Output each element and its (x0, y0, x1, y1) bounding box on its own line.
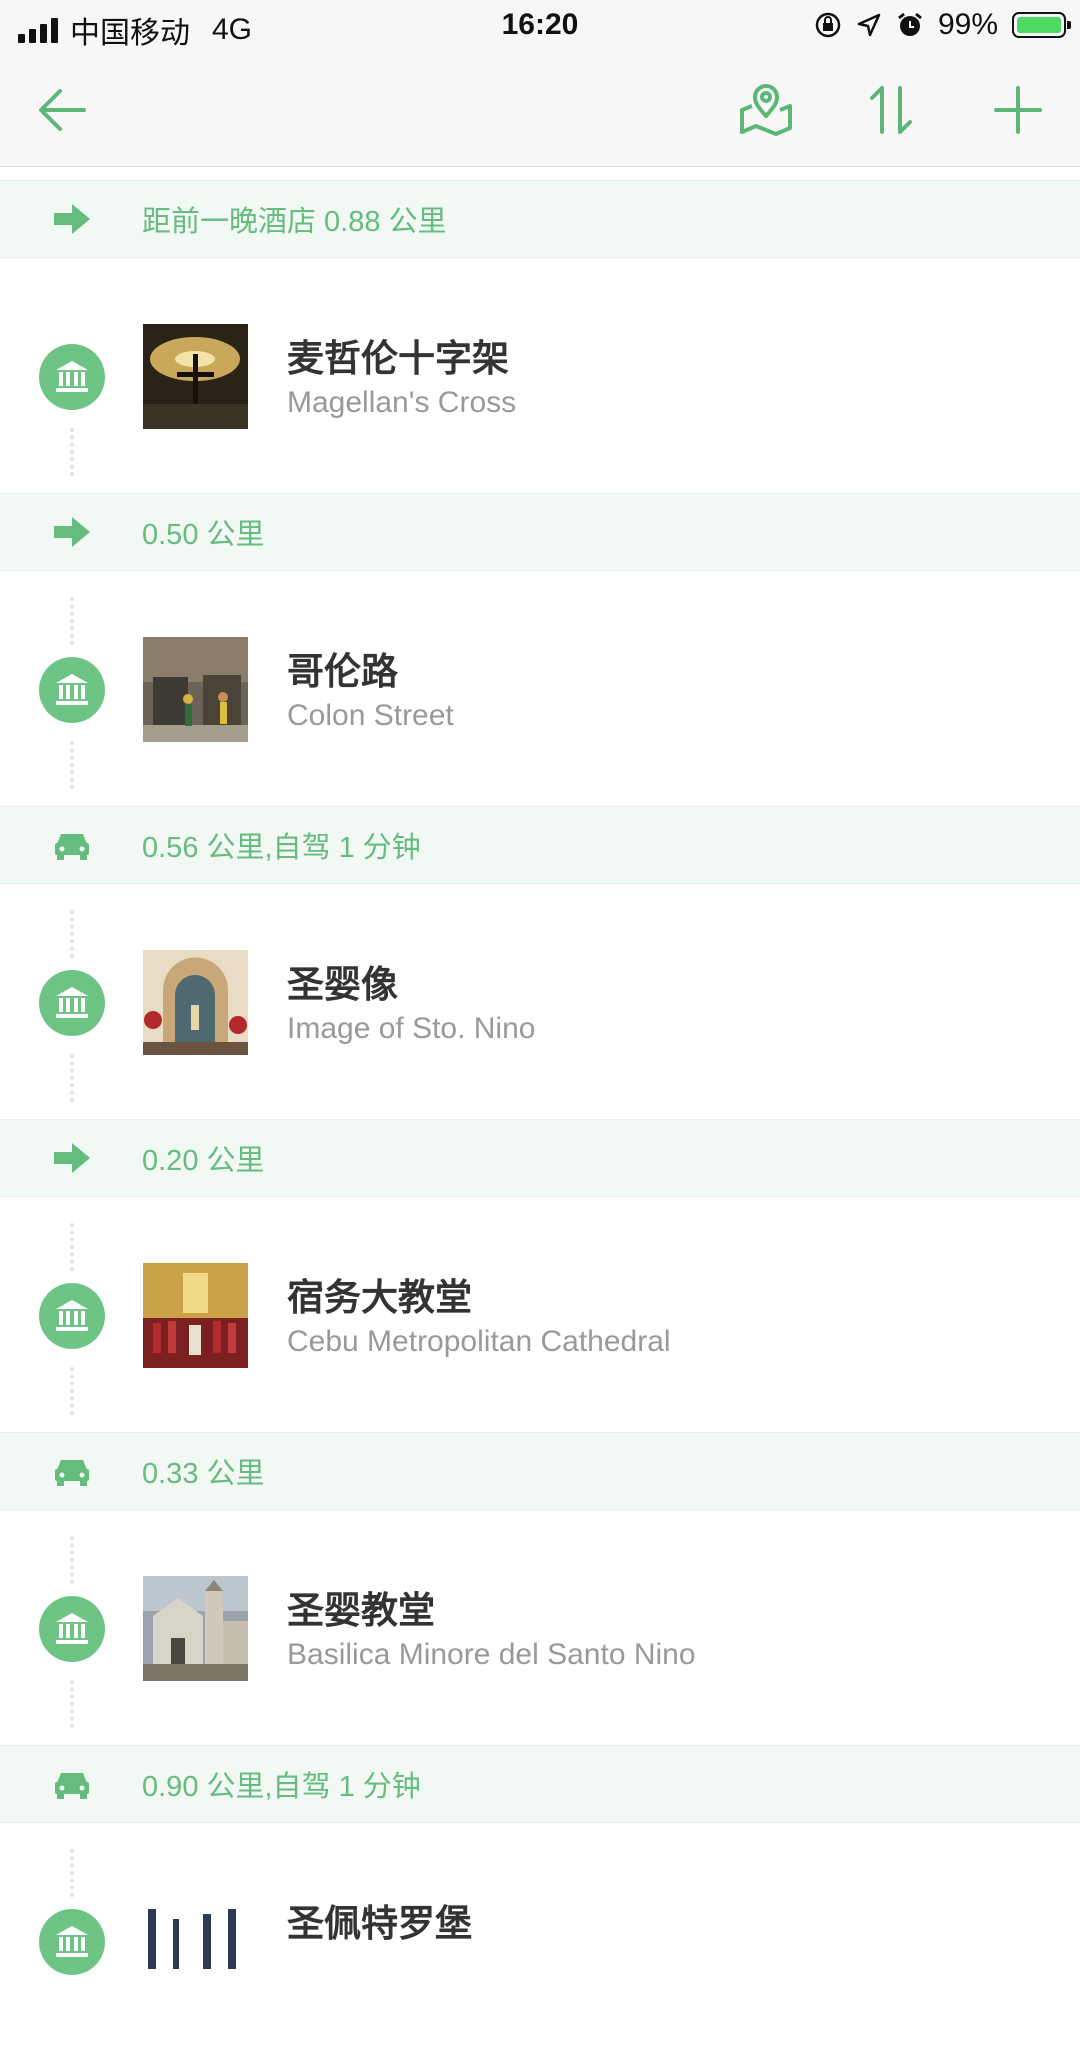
battery-icon (1012, 12, 1071, 38)
route-segment[interactable]: 0.56 公里,自驾 1 分钟 (0, 806, 1080, 884)
walk-arrow-icon (54, 201, 90, 237)
car-icon (54, 827, 90, 863)
poi-item[interactable]: 圣佩特罗堡 (0, 1823, 1080, 2058)
landmark-icon (39, 970, 105, 1036)
landmark-icon (39, 344, 105, 410)
poi-title: 麦哲伦十字架 (287, 338, 509, 379)
poi-thumbnail (143, 1263, 248, 1368)
poi-thumbnail (143, 1576, 248, 1681)
segment-text: 0.56 公里,自驾 1 分钟 (142, 832, 421, 864)
orientation-lock-icon (815, 12, 841, 38)
timeline-dots (70, 741, 74, 789)
walk-arrow-icon (54, 1140, 90, 1176)
poi-title: 圣婴教堂 (287, 1590, 435, 1631)
segment-text: 0.20 公里 (142, 1145, 265, 1177)
walk-arrow-icon (54, 514, 90, 550)
timeline-dots (70, 1849, 74, 1897)
route-segment[interactable]: 距前一晚酒店 0.88 公里 (0, 180, 1080, 258)
segment-text: 0.33 公里 (142, 1458, 265, 1490)
poi-title: 哥伦路 (287, 651, 398, 692)
sort-button[interactable] (864, 82, 920, 138)
segment-text: 0.50 公里 (142, 519, 265, 551)
poi-title: 宿务大教堂 (287, 1277, 472, 1318)
poi-item[interactable]: 宿务大教堂 Cebu Metropolitan Cathedral (0, 1197, 1080, 1432)
sort-icon (870, 86, 912, 134)
poi-thumbnail (143, 637, 248, 742)
segment-text: 距前一晚酒店 0.88 公里 (142, 206, 447, 238)
nav-bar (0, 54, 1080, 167)
status-bar: 中国移动 4G 16:20 99% (0, 0, 1080, 54)
route-segment[interactable]: 0.90 公里,自驾 1 分钟 (0, 1745, 1080, 1823)
map-pin-icon (740, 84, 792, 136)
poi-thumbnail (143, 324, 248, 429)
back-arrow-icon (39, 89, 86, 131)
landmark-icon (39, 1596, 105, 1662)
timeline-dots (70, 1223, 74, 1271)
poi-item[interactable]: 哥伦路 Colon Street (0, 571, 1080, 806)
landmark-icon (39, 1283, 105, 1349)
route-segment[interactable]: 0.33 公里 (0, 1432, 1080, 1510)
car-icon (54, 1766, 90, 1802)
timeline-dots (70, 428, 74, 476)
poi-subtitle: Cebu Metropolitan Cathedral (287, 1325, 671, 1358)
poi-item[interactable]: 圣婴教堂 Basilica Minore del Santo Nino (0, 1510, 1080, 1745)
timeline-dots (70, 1367, 74, 1415)
route-segment[interactable]: 0.50 公里 (0, 493, 1080, 571)
battery-percent: 99% (937, 8, 998, 41)
poi-item[interactable]: 麦哲伦十字架 Magellan's Cross (0, 258, 1080, 493)
alarm-icon (898, 12, 922, 36)
timeline-dots (70, 1680, 74, 1728)
poi-subtitle: Basilica Minore del Santo Nino (287, 1638, 696, 1671)
map-button[interactable] (738, 82, 794, 138)
poi-thumbnail (143, 950, 248, 1055)
car-icon (54, 1453, 90, 1489)
landmark-icon (39, 657, 105, 723)
add-button[interactable] (990, 82, 1046, 138)
poi-subtitle: Image of Sto. Nino (287, 1012, 536, 1045)
poi-thumbnail (143, 1889, 248, 1994)
poi-subtitle: Magellan's Cross (287, 386, 517, 419)
route-segment[interactable]: 0.20 公里 (0, 1119, 1080, 1197)
location-icon (857, 13, 881, 37)
status-right: 99% (814, 8, 1071, 42)
itinerary-list: 距前一晚酒店 0.88 公里 麦哲伦十字架 Magellan's Cross 0… (0, 180, 1080, 2058)
poi-subtitle: Colon Street (287, 699, 454, 732)
back-button[interactable] (34, 82, 90, 138)
timeline-dots (70, 1536, 74, 1584)
poi-title: 圣佩特罗堡 (287, 1903, 472, 1944)
poi-item[interactable]: 圣婴像 Image of Sto. Nino (0, 884, 1080, 1119)
plus-icon (994, 86, 1042, 134)
poi-title: 圣婴像 (287, 964, 398, 1005)
segment-text: 0.90 公里,自驾 1 分钟 (142, 1771, 421, 1803)
landmark-icon (39, 1909, 105, 1975)
timeline-dots (70, 910, 74, 958)
timeline-dots (70, 1054, 74, 1102)
timeline-dots (70, 597, 74, 645)
